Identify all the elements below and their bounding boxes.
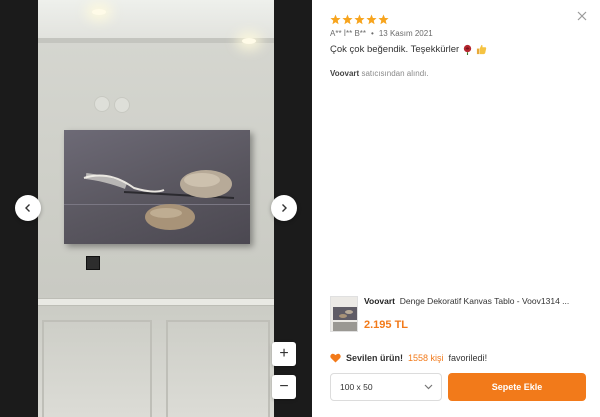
product-thumbnail[interactable] [330, 296, 358, 332]
review-rating-stars [330, 14, 389, 25]
review-comment-text: Çok çok beğendik. Teşekkürler [330, 44, 460, 55]
review-meta: A** İ** B** • 13 Kasım 2021 [330, 29, 433, 38]
review-details-panel: A** İ** B** • 13 Kasım 2021 Çok çok beğe… [312, 0, 600, 417]
photo-spotlight [242, 38, 256, 44]
star-icon [342, 14, 353, 25]
review-comment: Çok çok beğendik. Teşekkürler [330, 44, 487, 55]
review-modal: + − A** İ** B** • 13 Kasım 2021 Çok çok … [0, 0, 600, 417]
chevron-down-icon [424, 384, 433, 390]
favorites-suffix: favoriledi! [448, 353, 488, 363]
previous-photo-button[interactable] [15, 195, 41, 221]
meta-separator: • [371, 29, 374, 38]
heart-icon [330, 353, 341, 363]
photo-ceiling [38, 0, 274, 38]
size-select-value: 100 x 50 [340, 382, 373, 392]
rose-emoji-icon [464, 44, 472, 55]
star-icon [354, 14, 365, 25]
favorites-banner: Sevilen ürün! 1558 kişi favoriledi! [330, 353, 487, 363]
minus-icon: − [279, 378, 289, 395]
review-date: 13 Kasım 2021 [378, 29, 433, 38]
close-icon[interactable] [576, 10, 588, 22]
photo-chair-rail [38, 298, 274, 306]
next-photo-button[interactable] [271, 195, 297, 221]
product-brand: Voovart [364, 296, 396, 306]
product-name: Denge Dekoratif Kanvas Tablo - Voov1314 … [399, 296, 570, 306]
photo-spotlight [92, 9, 106, 15]
photo-wall-sensor [94, 96, 110, 112]
thumbs-up-emoji-icon [477, 44, 487, 55]
chevron-right-icon [282, 204, 287, 212]
seller-name[interactable]: Voovart [330, 69, 359, 78]
favorites-prefix: Sevilen ürün! [346, 353, 404, 363]
review-photo [38, 0, 274, 417]
photo-wall-panel [42, 320, 152, 417]
product-price: 2.195 TL [364, 319, 409, 331]
add-to-cart-button[interactable]: Sepete Ekle [448, 373, 586, 401]
photo-wall-switch [86, 256, 100, 270]
photo-wall-sensor [114, 97, 130, 113]
zoom-in-button[interactable]: + [272, 342, 296, 366]
star-icon [366, 14, 377, 25]
star-icon [378, 14, 389, 25]
zoom-out-button[interactable]: − [272, 375, 296, 399]
star-icon [330, 14, 341, 25]
photo-wall-panel [166, 320, 270, 417]
size-select[interactable]: 100 x 50 [330, 373, 442, 401]
product-title[interactable]: Voovart Denge Dekoratif Kanvas Tablo - V… [364, 296, 590, 306]
photo-canvas-painting [64, 130, 250, 244]
painting-feather-and-stones [83, 170, 235, 230]
chevron-left-icon [25, 204, 30, 212]
favorites-count: 1558 kişi [408, 353, 444, 363]
seller-suffix: satıcısından alındı. [361, 69, 429, 78]
plus-icon: + [279, 345, 289, 362]
review-author: A** İ** B** [330, 29, 367, 38]
review-photo-gallery: + − [0, 0, 312, 417]
photo-ceiling-edge [38, 38, 274, 43]
product-thumbnail-image [331, 297, 357, 331]
product-card[interactable]: Voovart Denge Dekoratif Kanvas Tablo - V… [330, 296, 592, 338]
seller-info: Voovart satıcısından alındı. [330, 69, 429, 78]
